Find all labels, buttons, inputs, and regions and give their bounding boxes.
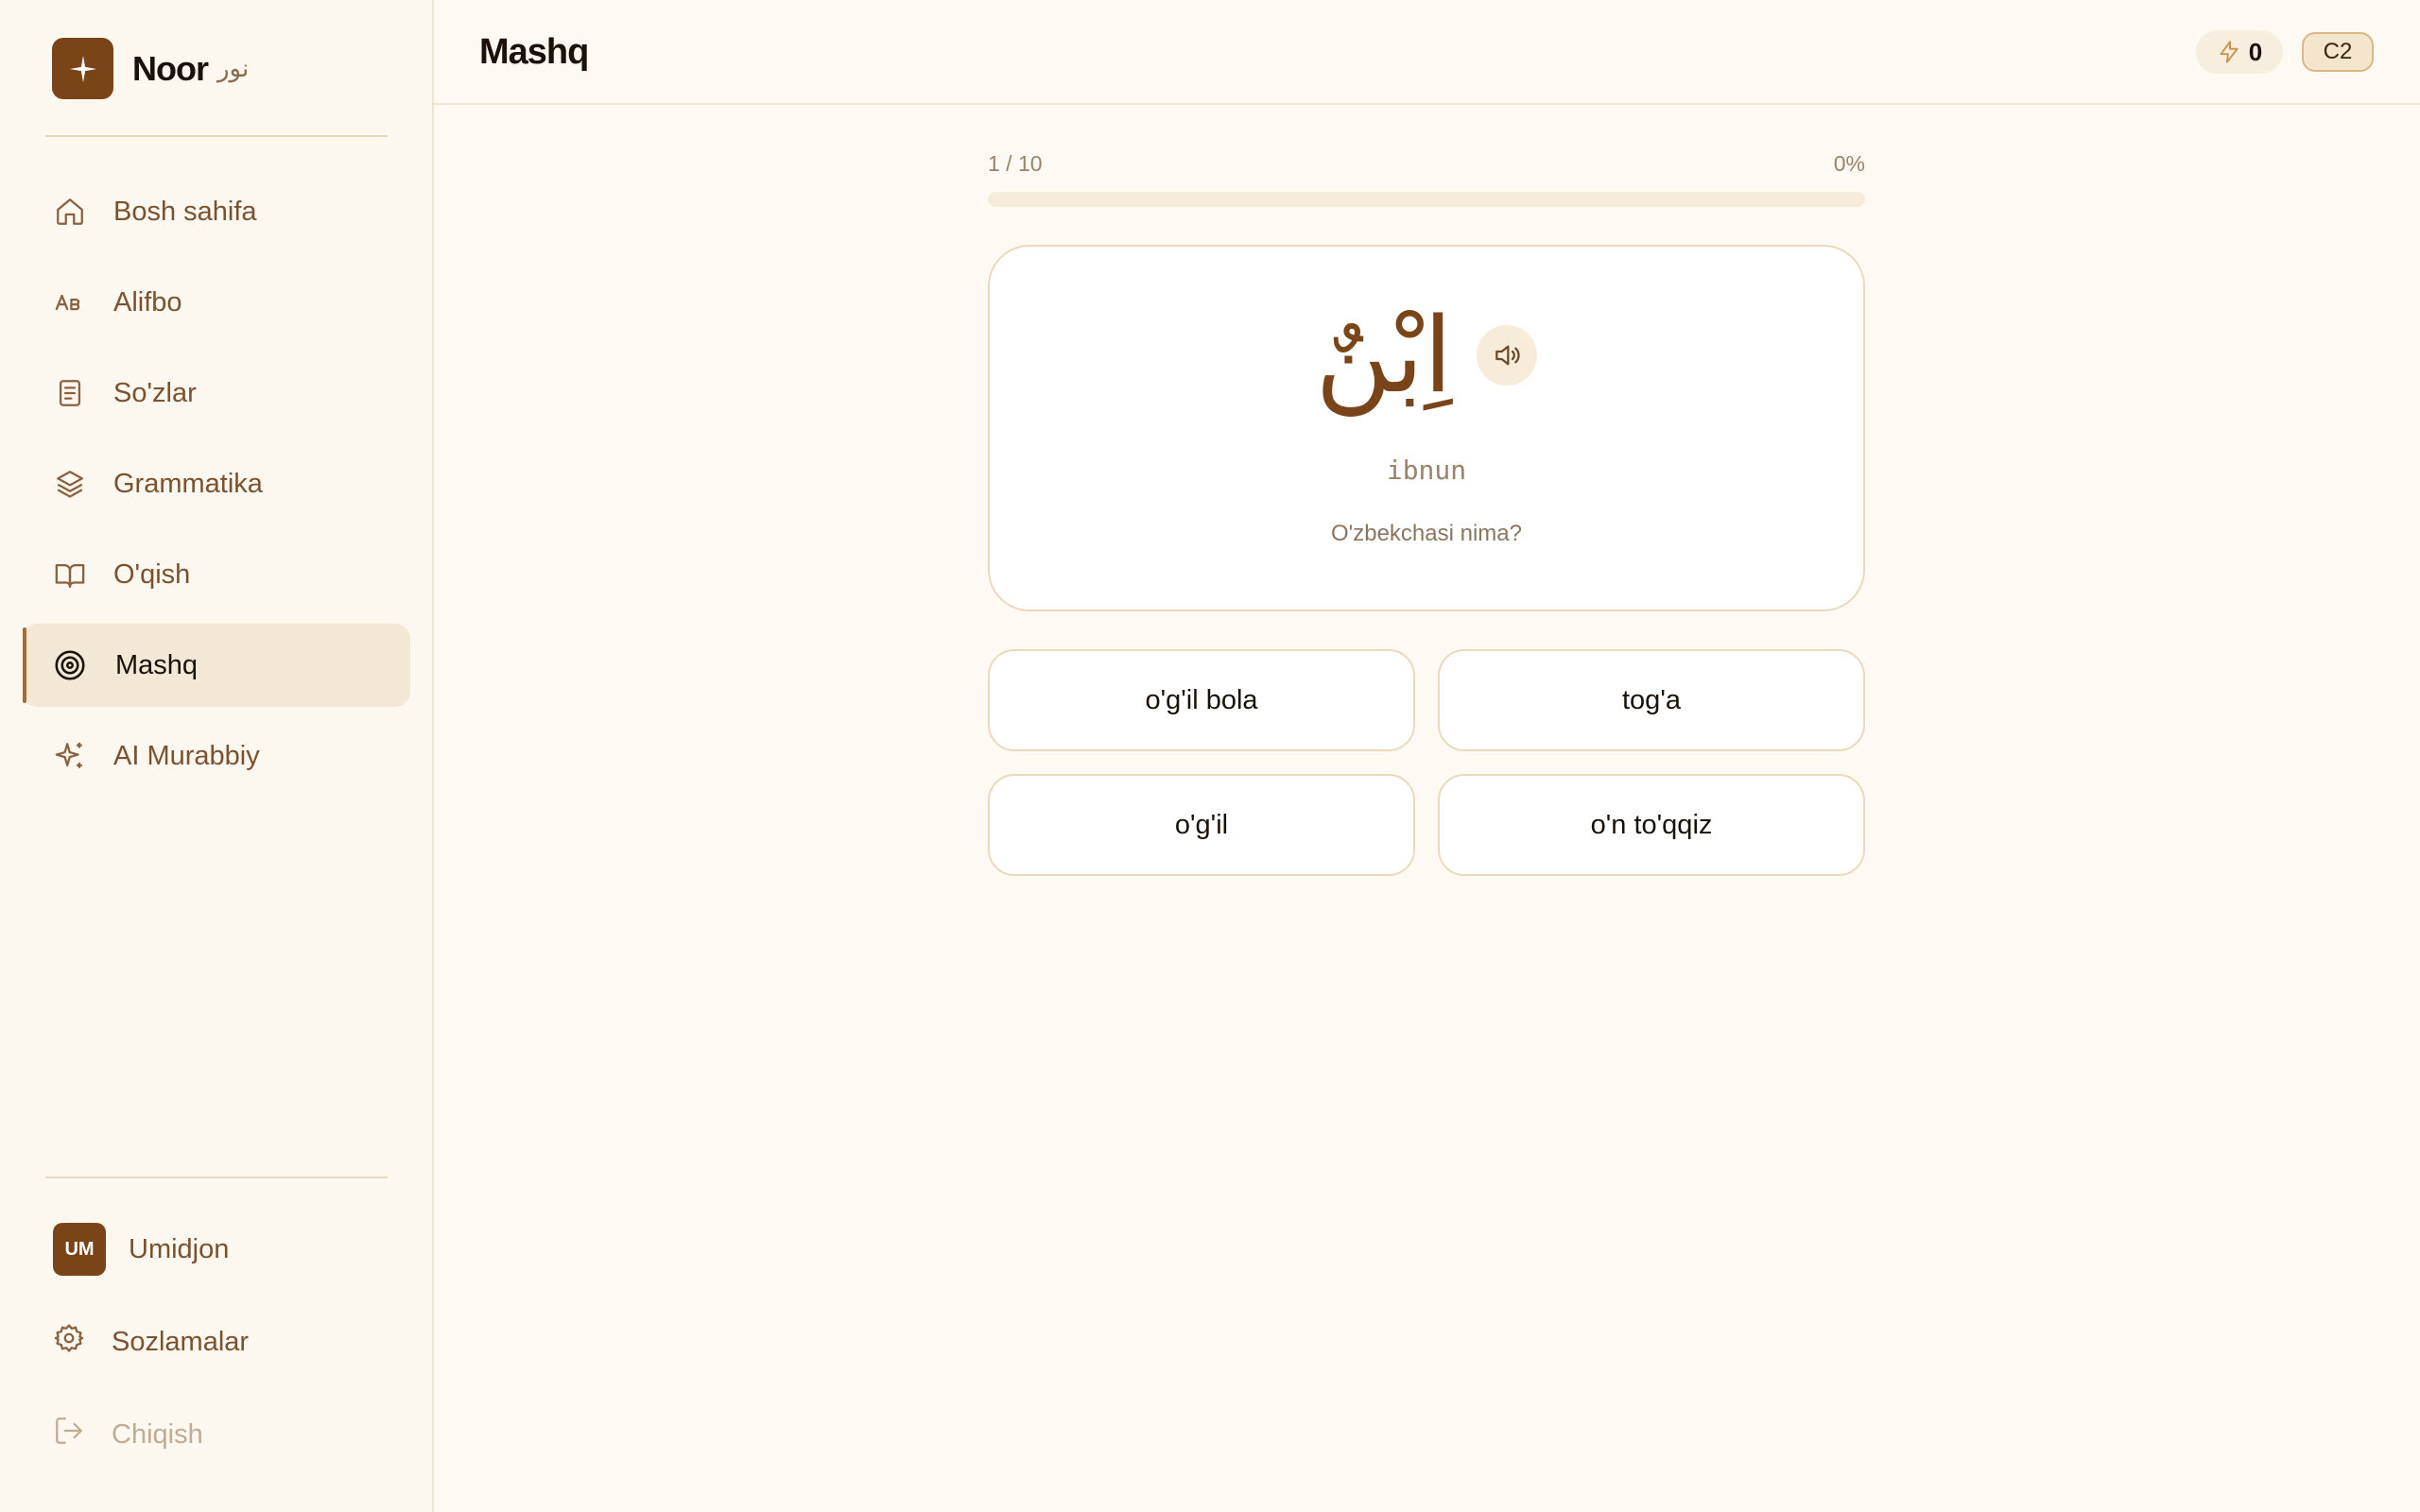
- answer-option[interactable]: o'n to'qqiz: [1438, 774, 1865, 876]
- sidebar-item-ai-tutor[interactable]: AI Murabbiy: [23, 714, 410, 798]
- xp-badge[interactable]: 0: [2196, 30, 2283, 74]
- sidebar-item-grammar[interactable]: Grammatika: [23, 442, 410, 525]
- page-title: Mashq: [479, 32, 589, 72]
- sidebar-item-label: Alifbo: [113, 286, 182, 318]
- level-badge[interactable]: C2: [2302, 32, 2374, 72]
- brand-logo: [52, 38, 113, 99]
- question-card: اِبْنٌ ibnun O'zbekchasi nima?: [988, 245, 1865, 611]
- sidebar-item-label: Bosh sahifa: [113, 196, 257, 227]
- brand-arabic: نور: [217, 54, 250, 83]
- document-icon: [53, 376, 87, 410]
- arabic-word: اِبْنٌ: [1315, 295, 1453, 416]
- topbar: Mashq 0 C2: [434, 0, 2420, 105]
- sidebar-item-practice[interactable]: Mashq: [23, 624, 410, 707]
- sparkles-icon: [53, 739, 87, 773]
- sidebar-item-words[interactable]: So'zlar: [23, 352, 410, 435]
- lightning-icon: [2220, 41, 2238, 63]
- main-content: Mashq 0 C2 1 / 10 0% اِبْنٌ ibnun O'zbek…: [434, 0, 2420, 1512]
- user-name: Umidjon: [129, 1233, 230, 1264]
- sidebar: Noor نور Bosh sahifa Alifbo So'zlar Gram…: [0, 0, 434, 1512]
- settings-button[interactable]: Sozlamalar: [23, 1300, 410, 1383]
- answer-option[interactable]: o'g'il bola: [988, 649, 1415, 751]
- sidebar-bottom: UM Umidjon Sozlamalar Chiqish: [23, 1208, 410, 1476]
- progress-percent: 0%: [1833, 151, 1865, 176]
- sidebar-divider-top: [45, 135, 388, 137]
- logout-label: Chiqish: [112, 1418, 203, 1450]
- layers-icon: [53, 467, 87, 501]
- sidebar-item-label: Grammatika: [113, 468, 263, 499]
- progress-bar: [988, 192, 1865, 207]
- app: Noor نور Bosh sahifa Alifbo So'zlar Gram…: [0, 0, 2420, 1512]
- brand[interactable]: Noor نور: [52, 38, 249, 99]
- logout-button[interactable]: Chiqish: [23, 1393, 410, 1476]
- settings-label: Sozlamalar: [112, 1326, 250, 1357]
- gear-icon: [53, 1322, 85, 1362]
- sidebar-divider-bottom: [45, 1177, 388, 1178]
- question-prompt: O'zbekchasi nima?: [1330, 521, 1522, 546]
- xp-count: 0: [2248, 37, 2263, 66]
- speaker-icon: [1495, 345, 1521, 366]
- word-row: اِبْنٌ: [990, 303, 1863, 407]
- sidebar-item-label: Mashq: [115, 649, 199, 680]
- logout-icon: [53, 1415, 85, 1454]
- answer-options: o'g'il bola tog'a o'g'il o'n to'qqiz: [988, 649, 1865, 876]
- answer-option[interactable]: tog'a: [1438, 649, 1865, 751]
- target-icon: [53, 648, 87, 682]
- sidebar-item-label: O'qish: [113, 558, 191, 590]
- avatar: UM: [53, 1223, 106, 1276]
- sidebar-item-label: So'zlar: [113, 377, 197, 408]
- home-icon: [53, 195, 87, 229]
- sidebar-item-alphabet[interactable]: Alifbo: [23, 261, 410, 344]
- answer-option[interactable]: o'g'il: [988, 774, 1415, 876]
- quiz-panel: 1 / 10 0% اِبْنٌ ibnun O'zbekchasi nima?…: [988, 151, 1865, 876]
- alphabet-icon: [53, 285, 87, 319]
- brand-name: Noor: [132, 48, 209, 88]
- sidebar-nav: Bosh sahifa Alifbo So'zlar Grammatika O'…: [23, 170, 410, 805]
- progress-row: 1 / 10 0%: [988, 151, 1865, 177]
- sidebar-item-label: AI Murabbiy: [113, 740, 260, 771]
- sidebar-item-home[interactable]: Bosh sahifa: [23, 170, 410, 253]
- sparkle-logo-icon: [69, 55, 96, 82]
- sidebar-item-reading[interactable]: O'qish: [23, 533, 410, 616]
- transliteration: ibnun: [1386, 455, 1467, 486]
- question-counter: 1 / 10: [988, 151, 1043, 176]
- user-profile[interactable]: UM Umidjon: [23, 1208, 410, 1291]
- play-audio-button[interactable]: [1477, 325, 1538, 386]
- book-icon: [53, 558, 87, 592]
